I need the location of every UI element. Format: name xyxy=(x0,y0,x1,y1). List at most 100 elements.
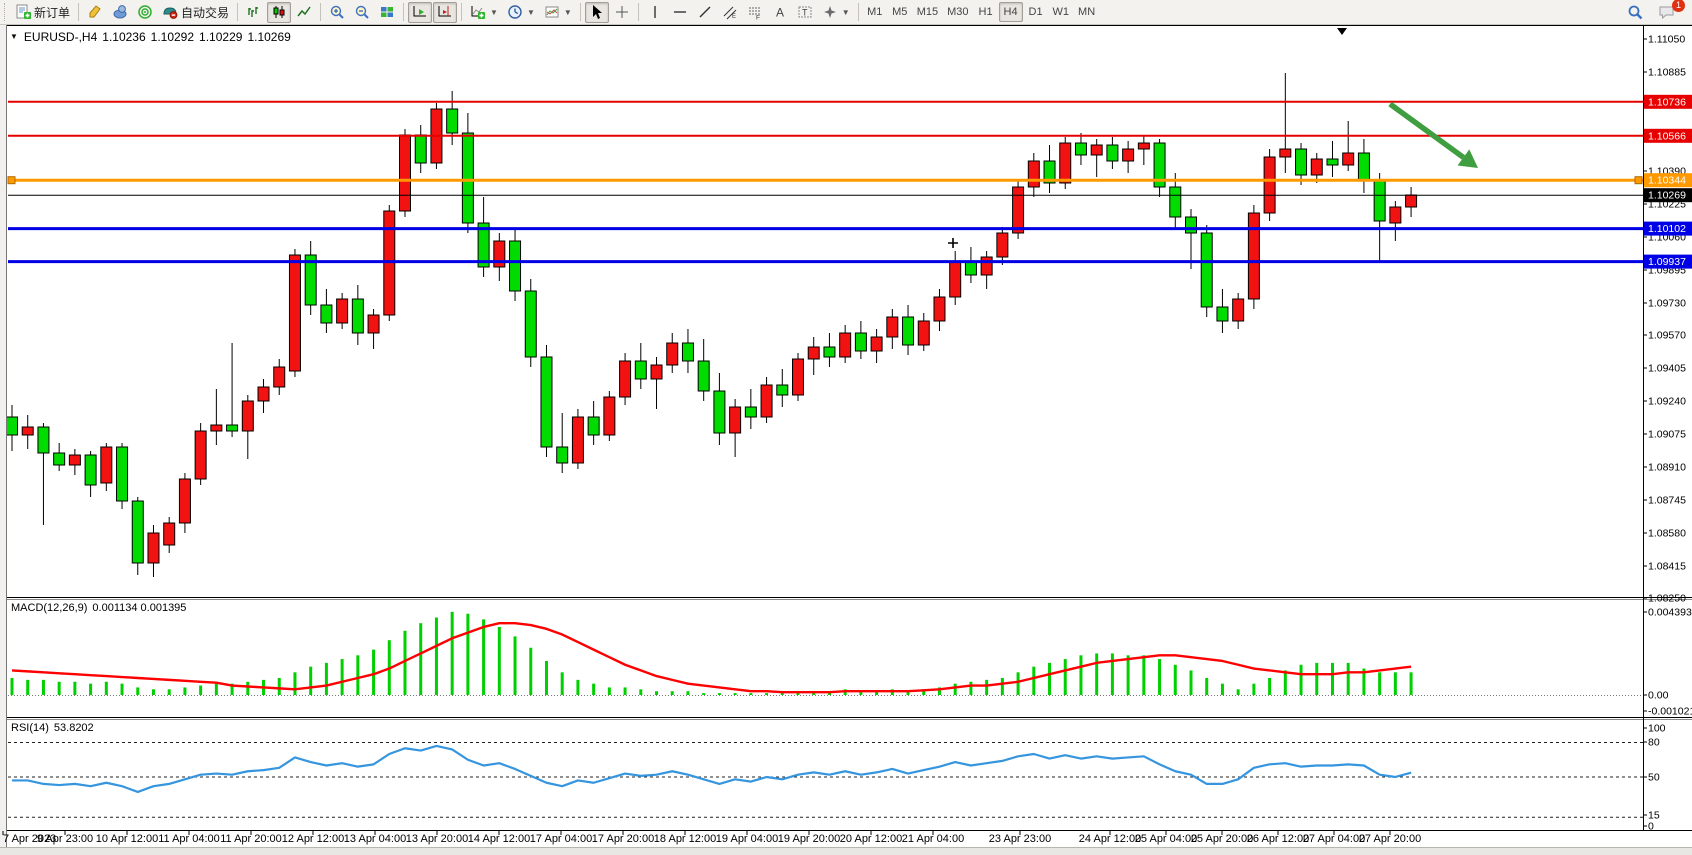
candle-up xyxy=(1123,149,1134,161)
timeframe-D1[interactable]: D1 xyxy=(1024,2,1048,22)
indicators-button[interactable]: ▼ xyxy=(466,2,502,23)
badge-label: 1.10736 xyxy=(1648,96,1686,108)
auto-trading-icon xyxy=(162,4,178,20)
badge-label: 1.10102 xyxy=(1648,223,1686,235)
time-tick-label[interactable]: 25 Apr 04:00 xyxy=(1135,833,1197,845)
candle-up xyxy=(761,385,772,417)
time-tick-label[interactable]: 13 Apr 20:00 xyxy=(406,833,468,845)
time-tick-label[interactable]: 17 Apr 20:00 xyxy=(592,833,654,845)
svg-text:F: F xyxy=(756,15,760,21)
time-tick-label[interactable]: 25 Apr 20:00 xyxy=(1191,833,1253,845)
trendline-button[interactable] xyxy=(693,2,717,23)
signals-icon xyxy=(137,4,153,20)
time-tick-label[interactable]: 19 Apr 20:00 xyxy=(778,833,840,845)
time-tick-label[interactable]: 13 Apr 04:00 xyxy=(344,833,406,845)
candle-up xyxy=(950,261,961,297)
candle-up xyxy=(934,297,945,321)
collapse-triangle-icon[interactable]: ▼ xyxy=(10,32,18,41)
arrows-button[interactable]: ▼ xyxy=(818,2,854,23)
market-watch-button[interactable] xyxy=(108,2,132,23)
trendline-icon xyxy=(697,4,713,20)
time-tick-label[interactable]: 26 Apr 12:00 xyxy=(1247,833,1309,845)
auto-scroll-button[interactable] xyxy=(408,2,432,23)
candle-up xyxy=(1280,149,1291,157)
chart-shift-button[interactable] xyxy=(433,2,457,23)
equidistant-channel-button[interactable]: E xyxy=(718,2,742,23)
toolbar-grip[interactable] xyxy=(4,3,8,21)
candle-down xyxy=(38,427,49,453)
timeframe-W1[interactable]: W1 xyxy=(1049,2,1074,22)
candle-up xyxy=(164,523,175,545)
timeframe-M15[interactable]: M15 xyxy=(913,2,942,22)
notifications-button[interactable]: 1 xyxy=(1654,2,1680,23)
badge-label: 1.10269 xyxy=(1648,190,1686,202)
tile-windows-button[interactable] xyxy=(375,2,399,23)
price-tick-label: 1.08910 xyxy=(1648,462,1686,474)
timeframe-H1[interactable]: H1 xyxy=(974,2,998,22)
line-handle[interactable] xyxy=(8,177,15,184)
timeframe-M1[interactable]: M1 xyxy=(863,2,887,22)
new-order-button[interactable]: 新订单 xyxy=(11,2,74,23)
horizontal-line-button[interactable] xyxy=(668,2,692,23)
text-label-button[interactable]: T xyxy=(793,2,817,23)
time-tick-label[interactable]: 11 Apr 20:00 xyxy=(220,833,282,845)
macd-bar xyxy=(1158,659,1161,695)
time-tick-label[interactable]: 10 Apr 12:00 xyxy=(96,833,158,845)
time-tick-label[interactable]: 24 Apr 12:00 xyxy=(1079,833,1141,845)
time-tick-label[interactable]: 23 Apr 23:00 xyxy=(989,833,1051,845)
cursor-icon xyxy=(589,4,605,20)
bar-chart-button[interactable] xyxy=(242,2,266,23)
macd-bar xyxy=(545,661,548,695)
auto-trading-button[interactable]: 自动交易 xyxy=(158,2,233,23)
ohlc-open: 1.10236 xyxy=(102,30,145,44)
periods-button[interactable]: ▼ xyxy=(503,2,539,23)
time-tick-label[interactable]: 9 Apr 23:00 xyxy=(37,833,93,845)
vertical-line-button[interactable] xyxy=(643,2,667,23)
macd-bar xyxy=(466,614,469,695)
zoom-in-button[interactable] xyxy=(325,2,349,23)
timeframe-H4[interactable]: H4 xyxy=(999,2,1023,22)
candle-up xyxy=(1028,161,1039,187)
fibonacci-button[interactable]: F xyxy=(743,2,767,23)
macd-bar xyxy=(168,689,171,695)
time-tick-label[interactable]: 20 Apr 12:00 xyxy=(840,833,902,845)
text-button[interactable]: A xyxy=(768,2,792,23)
time-tick-label[interactable]: 14 Apr 12:00 xyxy=(468,833,530,845)
macd-bar xyxy=(1237,689,1240,695)
time-tick-label[interactable]: 27 Apr 04:00 xyxy=(1303,833,1365,845)
timeframe-MN[interactable]: MN xyxy=(1074,2,1099,22)
price-tick-label: 1.09730 xyxy=(1648,298,1686,310)
candle-up xyxy=(871,337,882,351)
signals-button[interactable] xyxy=(133,2,157,23)
time-tick-label[interactable]: 19 Apr 04:00 xyxy=(716,833,778,845)
timeframe-M5[interactable]: M5 xyxy=(888,2,912,22)
crosshair-button[interactable] xyxy=(610,2,634,23)
chart-canvas[interactable]: 1.110501.108851.107201.103901.102251.100… xyxy=(0,0,1692,855)
time-tick-label[interactable]: 11 Apr 04:00 xyxy=(158,833,220,845)
time-tick-label[interactable]: 21 Apr 04:00 xyxy=(902,833,964,845)
search-button[interactable] xyxy=(1623,2,1648,23)
candlestick-chart-button[interactable] xyxy=(267,2,291,23)
macd-bar xyxy=(781,693,784,695)
zoom-out-button[interactable] xyxy=(350,2,374,23)
templates-button[interactable]: ▼ xyxy=(540,2,576,23)
profile-button[interactable] xyxy=(83,2,107,23)
time-tick-label[interactable]: 27 Apr 20:00 xyxy=(1359,833,1421,845)
line-handle[interactable] xyxy=(1635,177,1642,184)
cursor-button[interactable] xyxy=(585,2,609,23)
macd-bar xyxy=(293,672,296,695)
time-tick-label[interactable]: 18 Apr 12:00 xyxy=(654,833,716,845)
macd-bar xyxy=(498,627,501,695)
time-tick-label[interactable]: 12 Apr 12:00 xyxy=(282,833,344,845)
candle-down xyxy=(447,109,458,133)
candle-down xyxy=(7,417,18,435)
svg-text:T: T xyxy=(802,8,808,18)
macd-bar xyxy=(1347,663,1350,695)
line-chart-button[interactable] xyxy=(292,2,316,23)
timeframe-M30[interactable]: M30 xyxy=(943,2,972,22)
separator xyxy=(638,3,639,21)
macd-bar xyxy=(1064,659,1067,695)
time-tick-label[interactable]: 17 Apr 04:00 xyxy=(530,833,592,845)
symbol-period: EURUSD-,H4 xyxy=(24,30,97,44)
crosshair-icon xyxy=(614,4,630,20)
